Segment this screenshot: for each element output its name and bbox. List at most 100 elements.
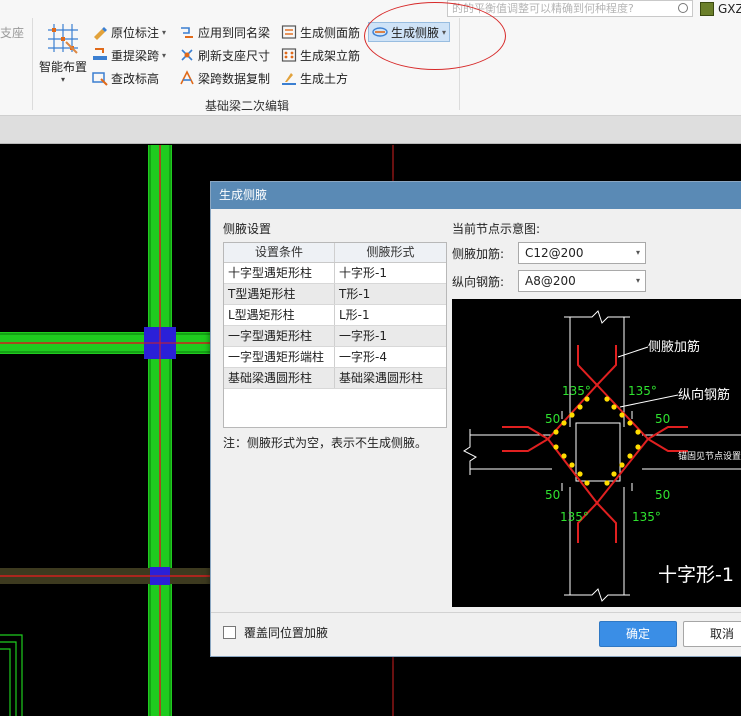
ribbon-toolbar: 支座 智能布置 ▾ 原位标注 ▾ 重提梁跨 ▾ 查改标高 应用到同名梁 刷新支座… [0,0,741,116]
elevation-icon [92,70,108,86]
earthwork-icon [281,70,297,86]
in-place-annotation-icon [92,24,108,40]
refresh-support-button[interactable]: 刷新支座尺寸 [179,45,270,65]
table-row[interactable]: 一字型遇矩形端柱 一字形-4 [224,347,446,368]
column-header-condition: 设置条件 [224,243,335,262]
anchor-note: 锚固见节点设置 [678,450,741,462]
table-row[interactable]: T型遇矩形柱 T形-1 [224,284,446,305]
long-rebar-field: 纵向钢筋: A8@200 ▾ [452,270,646,292]
angle-label: 135° [632,510,661,524]
long-rebar-value: A8@200 [525,274,576,288]
cell-condition: 一字型遇矩形柱 [224,326,335,346]
label-long-rebar: 纵向钢筋 [678,387,730,403]
search-placeholder: 的的平衡值调整可以精确到何种程度? [452,2,634,15]
dimension-label: 50 [655,488,670,502]
dialog-footer-divider [211,612,741,613]
erection-rebar-label: 生成架立筋 [300,48,361,63]
generate-side-haunch-button[interactable]: 生成侧腋 ▾ [368,22,451,42]
elevation-button[interactable]: 查改标高 [92,68,159,88]
ribbon-group-label: 基础梁二次编辑 [205,99,290,113]
table-row[interactable]: L型遇矩形柱 L形-1 [224,305,446,326]
cell-form[interactable]: T形-1 [335,284,446,304]
haunch-rebar-field: 侧腋加筋: C12@200 ▾ [452,242,646,264]
copy-span-button[interactable]: 梁跨数据复制 [179,68,270,88]
respan-label: 重提梁跨 [111,48,160,63]
clipped-group-label: 支座 [0,26,25,40]
cancel-button[interactable]: 取消 [683,621,741,647]
smart-layout-label: 智能布置 [38,60,87,74]
settings-section-label: 侧腋设置 [223,222,272,236]
node-preview-diagram: 侧腋加筋 纵向钢筋 135° 135° 135° 135° 50 50 50 5… [452,299,741,607]
smart-layout-button[interactable]: 智能布置 ▾ [37,22,89,92]
cell-condition: T型遇矩形柱 [224,284,335,304]
earthwork-label: 生成土方 [300,71,349,86]
chevron-down-icon: ▾ [162,27,167,37]
ribbon-separator [32,18,33,110]
in-place-annotation-button[interactable]: 原位标注 ▾ [92,22,166,42]
side-rebar-label: 生成侧面筋 [300,25,361,40]
note-text: 注：侧腋形式为空，表示不生成侧腋。 [223,436,428,450]
cell-condition: 十字型遇矩形柱 [224,263,335,283]
dimension-label: 50 [655,412,670,426]
in-place-annotation-label: 原位标注 [111,25,160,40]
ribbon-separator [459,18,460,110]
copy-span-icon [179,70,195,86]
shape-name-label: 十字形-1 [658,564,734,586]
elevation-label: 查改标高 [111,71,160,86]
chevron-down-icon[interactable]: ▾ [636,243,640,263]
haunch-settings-table: 设置条件 侧腋形式 十字型遇矩形柱 十字形-1 T型遇矩形柱 T形-1 L型遇矩… [223,242,447,428]
long-rebar-label: 纵向钢筋: [452,274,505,289]
chevron-down-icon: ▾ [162,50,167,60]
refresh-support-icon [179,47,195,63]
cell-form[interactable]: 十字形-1 [335,263,446,283]
cell-form[interactable]: 一字形-1 [335,326,446,346]
table-row[interactable]: 一字型遇矩形柱 一字形-1 [224,326,446,347]
long-rebar-select[interactable]: A8@200 ▾ [518,270,646,292]
table-header: 设置条件 侧腋形式 [224,243,446,263]
table-row[interactable]: 基础梁遇圆形柱 基础梁遇圆形柱 [224,368,446,389]
avatar [700,1,714,16]
angle-label: 135° [562,384,591,398]
apply-same-name-label: 应用到同名梁 [198,25,271,40]
dialog-title-bar[interactable]: 生成侧腋 [211,182,741,209]
side-rebar-button[interactable]: 生成侧面筋 [281,22,360,42]
dialog-title: 生成侧腋 [219,188,268,202]
side-haunch-icon [372,24,388,40]
dimension-label: 50 [545,488,560,502]
side-rebar-icon [281,24,297,40]
cell-condition: 基础梁遇圆形柱 [224,368,335,388]
erection-rebar-button[interactable]: 生成架立筋 [281,45,360,65]
haunch-rebar-value: C12@200 [525,246,584,260]
generate-side-haunch-label: 生成侧腋 [391,25,440,40]
respan-icon [92,47,108,63]
label-haunch-rebar: 侧腋加筋 [648,339,700,355]
copy-span-label: 梁跨数据复制 [198,71,271,86]
angle-label: 135° [560,510,589,524]
haunch-rebar-select[interactable]: C12@200 ▾ [518,242,646,264]
cell-form[interactable]: 一字形-4 [335,347,446,367]
side-haunch-dialog: 生成侧腋 侧腋设置 设置条件 侧腋形式 十字型遇矩形柱 十字形-1 T型遇矩形柱… [210,181,741,657]
smart-layout-icon [46,22,80,54]
search-icon[interactable] [678,3,688,13]
user-name: GXZ [718,1,741,16]
override-haunch-checkbox[interactable] [223,626,236,639]
ribbon-status-strip [0,116,741,144]
cell-form[interactable]: 基础梁遇圆形柱 [335,368,446,388]
help-search-input[interactable]: 的的平衡值调整可以精确到何种程度? [447,0,693,17]
chevron-down-icon: ▾ [60,75,65,84]
chevron-down-icon[interactable]: ▾ [636,271,640,291]
ok-button[interactable]: 确定 [599,621,677,647]
respan-button[interactable]: 重提梁跨 ▾ [92,45,166,65]
dimension-label: 50 [545,412,560,426]
user-account[interactable]: GXZ [700,0,741,17]
override-haunch-checkbox-row[interactable]: 覆盖同位置加腋 [223,624,328,641]
angle-label: 135° [628,384,657,398]
cell-form[interactable]: L形-1 [335,305,446,325]
refresh-support-label: 刷新支座尺寸 [198,48,271,63]
earthwork-button[interactable]: 生成土方 [281,68,348,88]
chevron-down-icon: ▾ [442,27,447,37]
apply-same-name-icon [179,24,195,40]
table-row[interactable]: 十字型遇矩形柱 十字形-1 [224,263,446,284]
override-haunch-label: 覆盖同位置加腋 [244,626,329,640]
apply-same-name-button[interactable]: 应用到同名梁 [179,22,270,42]
